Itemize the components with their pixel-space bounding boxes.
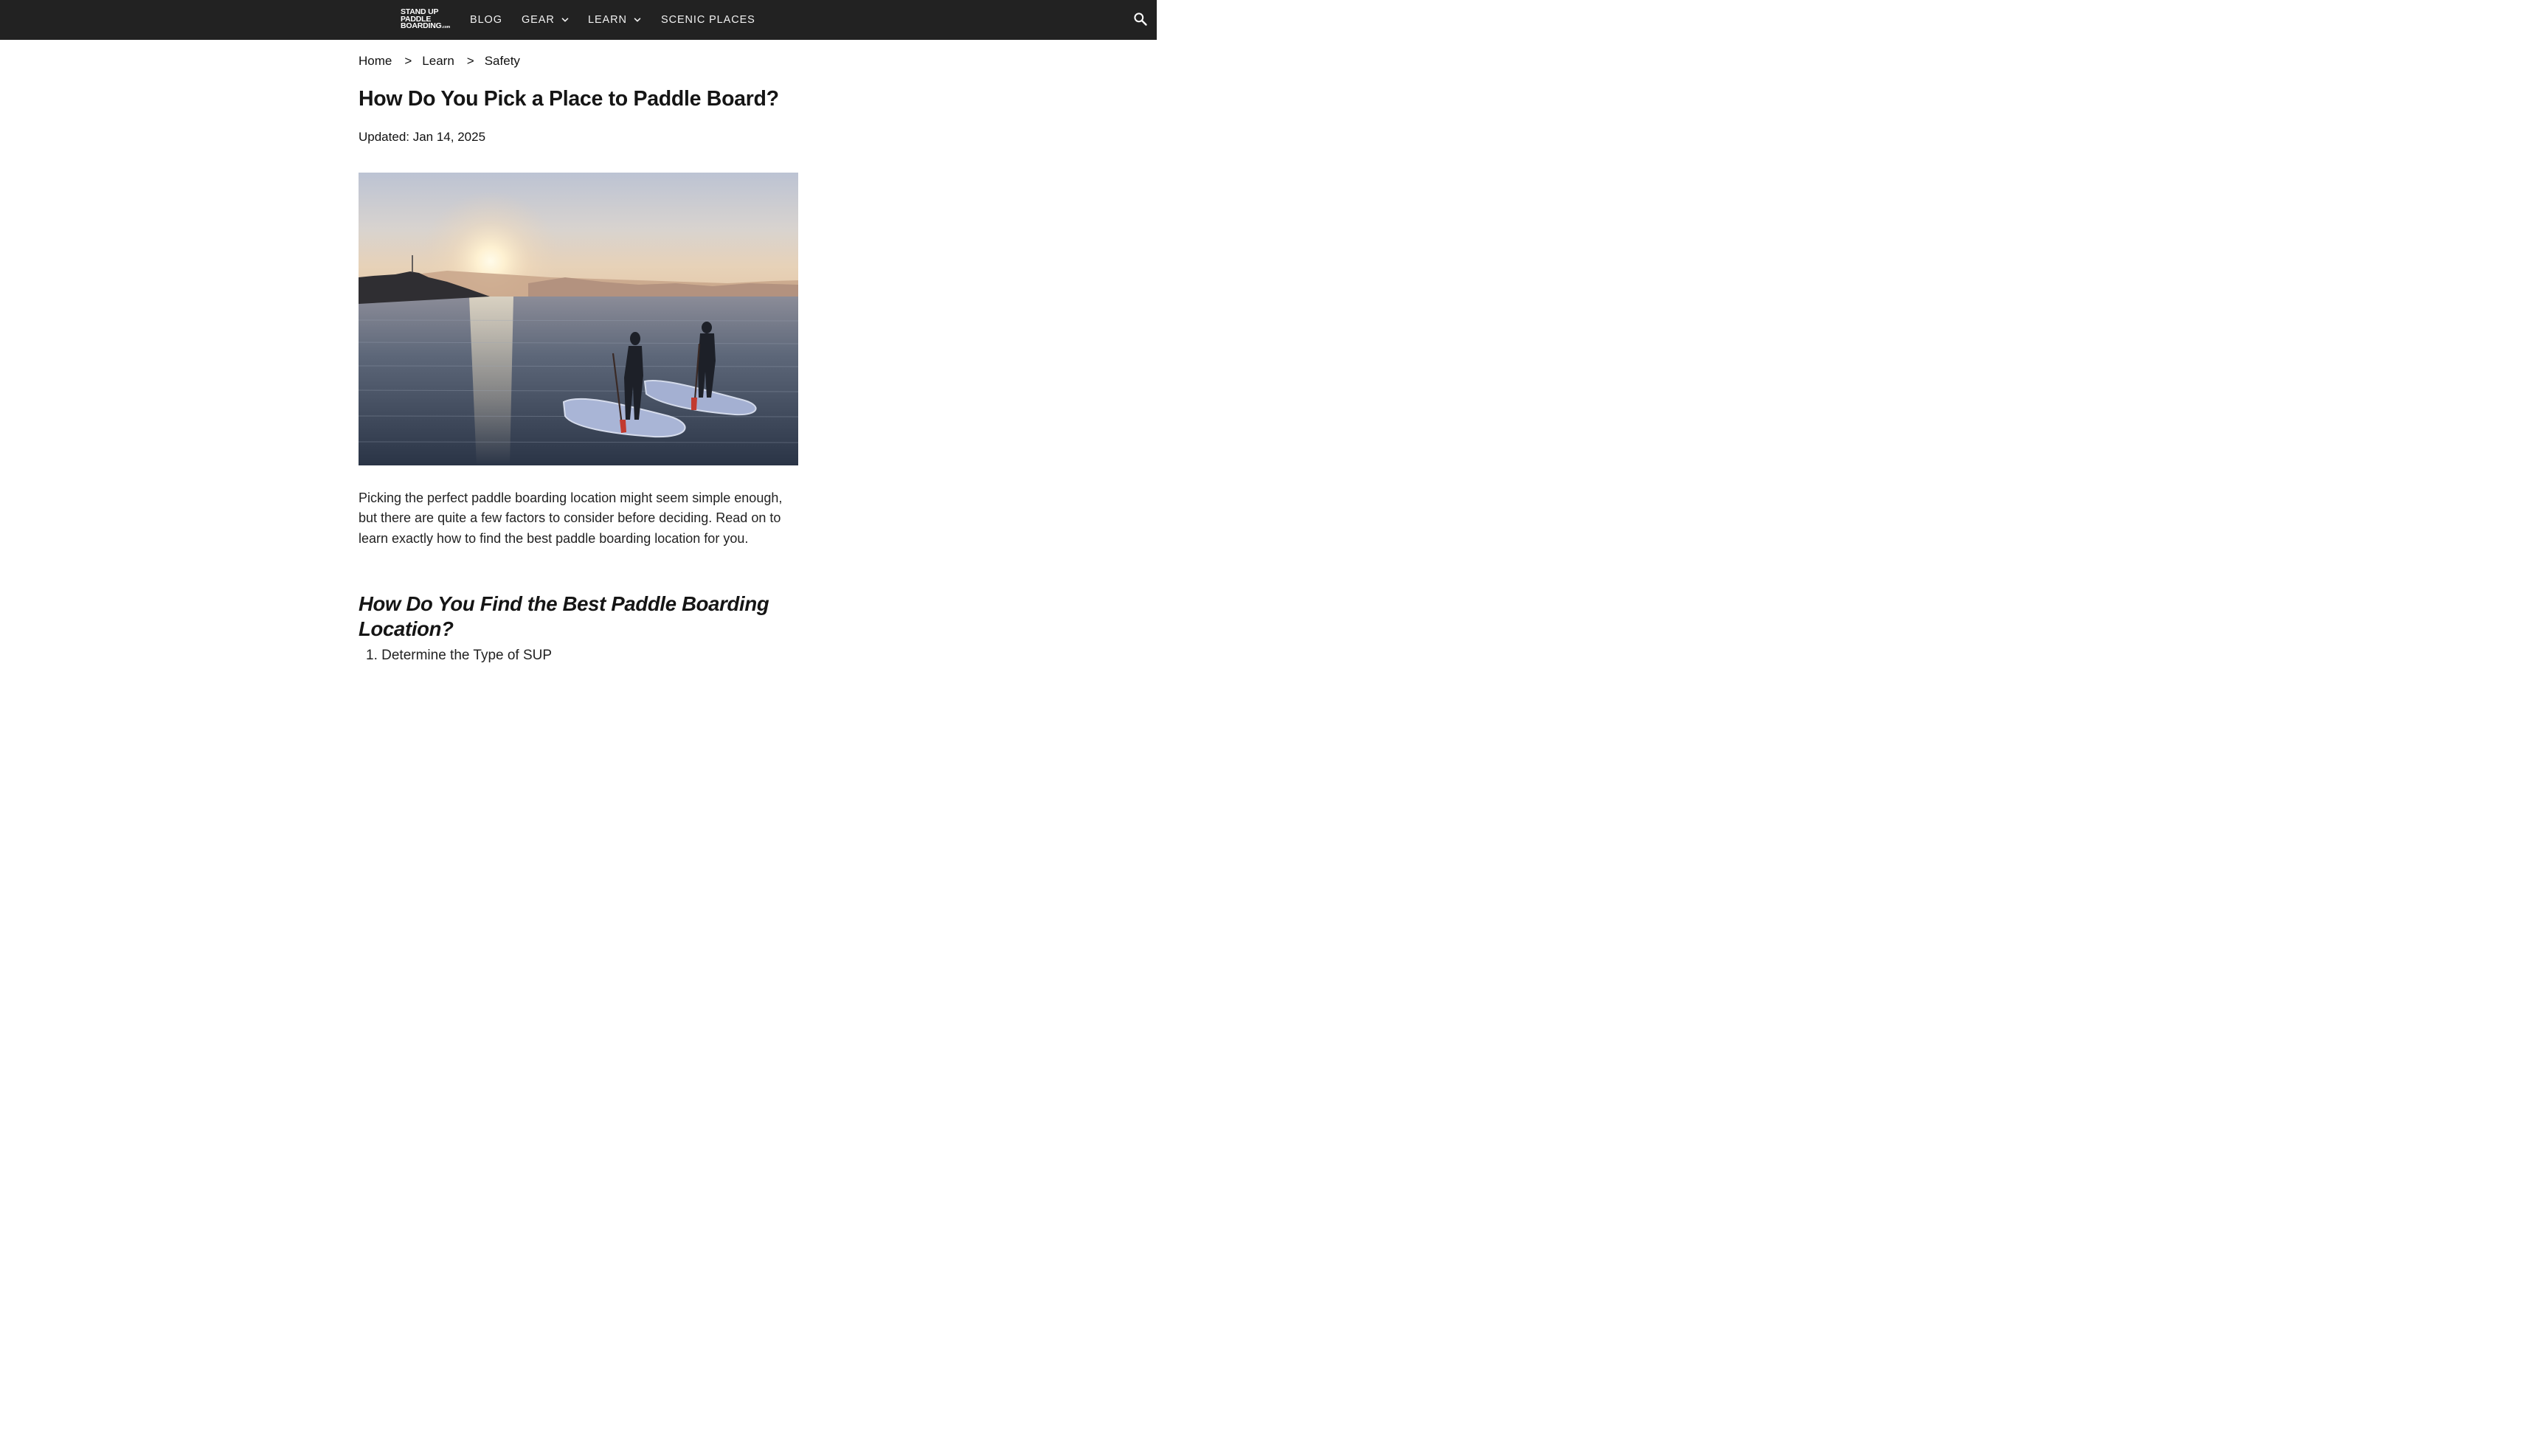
nav-item-learn[interactable]: LEARN [588,0,642,40]
search-icon[interactable] [1133,12,1148,27]
steps-list: 1. Determine the Type of SUP [359,648,552,664]
intro-paragraph: Picking the perfect paddle boarding loca… [359,490,783,546]
nav-label-blog: BLOG [470,14,502,26]
breadcrumb-safety[interactable]: Safety [485,54,520,68]
site-header: STAND UP PADDLE BOARDING.com BLOG GEAR L… [0,0,1157,40]
breadcrumb: Home > Learn > Safety [359,54,520,69]
breadcrumb-separator: > [466,54,474,68]
chevron-down-icon [634,18,641,22]
section-heading: How Do You Find the Best Paddle Boarding… [359,592,769,640]
breadcrumb-home[interactable]: Home [359,54,392,68]
nav-item-scenic-places[interactable]: SCENIC PLACES [661,0,755,40]
page-title: How Do You Pick a Place to Paddle Board? [359,87,779,111]
nav-item-gear[interactable]: GEAR [522,0,570,40]
nav-item-blog[interactable]: BLOG [470,0,502,40]
site-logo[interactable]: STAND UP PADDLE BOARDING.com [401,8,460,32]
chevron-down-icon [561,18,569,22]
list-item: 1. Determine the Type of SUP [366,648,553,663]
logo-line-3: BOARDING.com [401,21,451,31]
updated-date: Updated: Jan 14, 2025 [359,130,486,144]
breadcrumb-separator: > [404,54,412,68]
nav-label-learn: LEARN [588,14,627,26]
nav-label-scenic-places: SCENIC PLACES [661,14,755,26]
hero-image [359,173,798,465]
nav-label-gear: GEAR [522,14,555,26]
breadcrumb-learn[interactable]: Learn [422,54,454,68]
